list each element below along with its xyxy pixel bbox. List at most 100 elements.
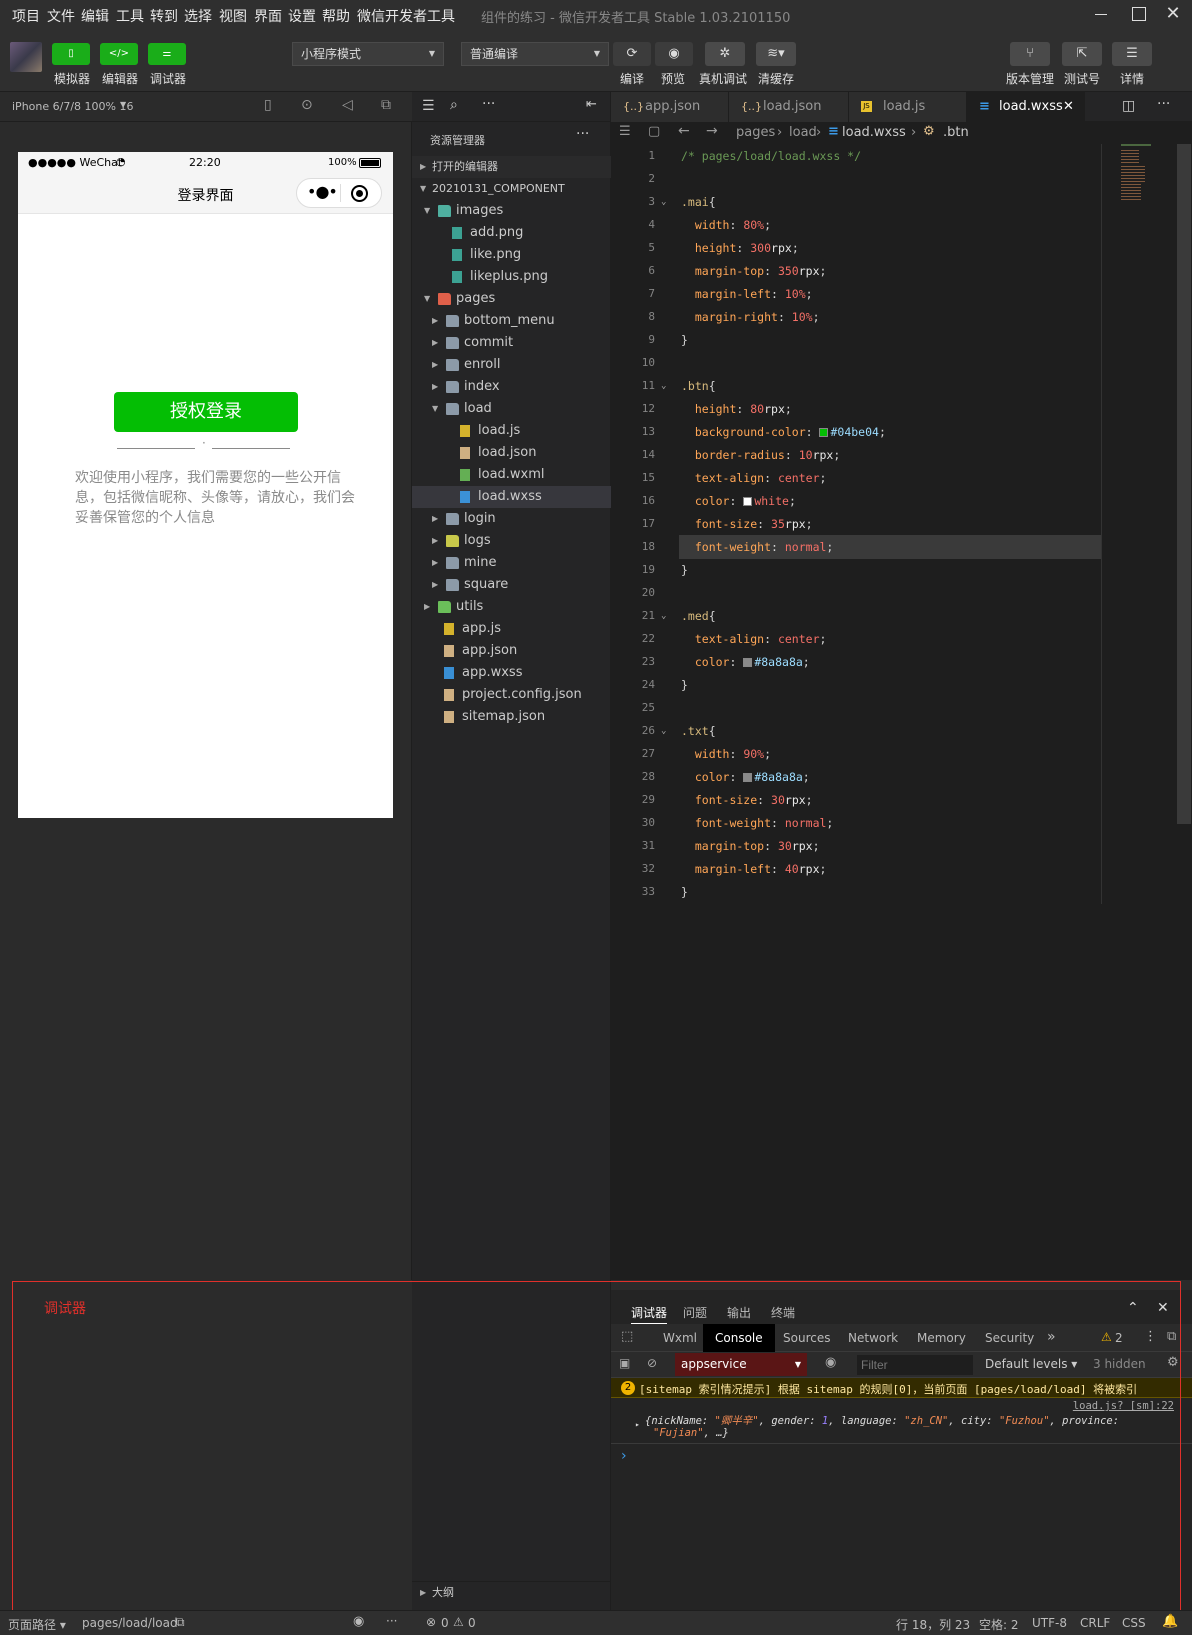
capsule-menu[interactable]: •●• bbox=[296, 178, 382, 208]
list-icon[interactable]: ☰ bbox=[619, 124, 631, 139]
breadcrumb-symbol[interactable]: .btn bbox=[943, 125, 969, 140]
fold-chevron-icon[interactable]: ⌄ bbox=[661, 190, 666, 214]
color-swatch-icon[interactable] bbox=[743, 773, 753, 782]
menu-tools[interactable]: 工具 bbox=[116, 6, 144, 26]
minimize-icon[interactable] bbox=[1090, 4, 1112, 24]
file-item[interactable]: project.config.json bbox=[412, 684, 611, 706]
folder-item[interactable]: ▶ bottom_menu bbox=[412, 310, 611, 332]
fold-chevron-icon[interactable]: ⌄ bbox=[661, 374, 666, 398]
phone-icon[interactable]: ▯ bbox=[264, 97, 272, 113]
color-swatch-icon[interactable] bbox=[743, 658, 753, 667]
tab-terminal[interactable]: 终端 bbox=[771, 1304, 795, 1321]
file-item[interactable]: load.wxml bbox=[412, 464, 611, 486]
tab-load-json[interactable]: {..} load.json bbox=[729, 92, 849, 122]
menu-file[interactable]: 文件 bbox=[47, 6, 75, 26]
warning-count[interactable]: 2 bbox=[1115, 1331, 1123, 1345]
line-ending[interactable]: CRLF bbox=[1080, 1616, 1110, 1630]
simulator-toggle-button[interactable]: ▯ bbox=[52, 43, 90, 65]
color-swatch-icon[interactable] bbox=[819, 428, 829, 437]
record-icon[interactable]: ⊙ bbox=[301, 97, 313, 113]
warning-icon[interactable]: ⚠ bbox=[1101, 1330, 1112, 1344]
more-tabs-icon[interactable]: » bbox=[1047, 1329, 1056, 1345]
editor-toggle-button[interactable]: </> bbox=[100, 43, 138, 65]
maximize-icon[interactable] bbox=[1128, 4, 1150, 24]
editor-scrollbar[interactable] bbox=[1177, 144, 1191, 824]
branch-icon[interactable]: ⑂ bbox=[1010, 42, 1050, 66]
eye-icon[interactable]: ◉ bbox=[825, 1355, 836, 1370]
back-arrow-icon[interactable]: ← bbox=[678, 123, 690, 139]
context-select[interactable]: appservice ▼ bbox=[675, 1353, 807, 1376]
language-mode[interactable]: CSS bbox=[1122, 1616, 1146, 1630]
more-icon[interactable]: ··· bbox=[576, 126, 589, 142]
file-item[interactable]: likeplus.png bbox=[412, 266, 611, 288]
outline-section[interactable]: ▶ 大纲 bbox=[412, 1581, 611, 1603]
file-item[interactable]: like.png bbox=[412, 244, 611, 266]
fold-chevron-icon[interactable]: ⌄ bbox=[661, 604, 666, 628]
bookmark-icon[interactable]: ▢ bbox=[648, 124, 660, 139]
more-icon[interactable]: ··· bbox=[386, 1614, 397, 1628]
more-icon[interactable]: ··· bbox=[482, 96, 495, 112]
close-panel-icon[interactable]: ✕ bbox=[1157, 1300, 1169, 1316]
tab-network[interactable]: Network bbox=[848, 1331, 898, 1345]
layers-icon[interactable]: ≋▾ bbox=[756, 42, 796, 66]
tab-console[interactable]: Console bbox=[703, 1324, 775, 1352]
folder-item[interactable]: ▼ load bbox=[412, 398, 611, 420]
tab-app-json[interactable]: {..} app.json bbox=[611, 92, 729, 122]
folder-item[interactable]: ▼ pages bbox=[412, 288, 611, 310]
volume-icon[interactable]: ◁ bbox=[342, 97, 353, 113]
authorize-login-button[interactable]: 授权登录 bbox=[114, 392, 298, 432]
file-item[interactable]: app.js bbox=[412, 618, 611, 640]
split-editor-icon[interactable]: ◫ bbox=[1122, 98, 1135, 114]
kebab-icon[interactable]: ⋮ bbox=[1144, 1329, 1157, 1344]
folder-item[interactable]: ▶ index bbox=[412, 376, 611, 398]
chevron-up-icon[interactable]: ⌃ bbox=[1127, 1300, 1139, 1316]
bug-icon[interactable]: ✲ bbox=[705, 42, 745, 66]
tab-security[interactable]: Security bbox=[985, 1331, 1034, 1345]
forward-arrow-icon[interactable]: → bbox=[706, 123, 718, 139]
more-icon[interactable]: ··· bbox=[1157, 96, 1170, 112]
encoding[interactable]: UTF-8 bbox=[1032, 1616, 1067, 1630]
tab-debugger[interactable]: 调试器 bbox=[631, 1304, 668, 1324]
file-item[interactable]: app.wxss bbox=[412, 662, 611, 684]
menu-settings[interactable]: 设置 bbox=[288, 6, 316, 26]
bell-icon[interactable]: 🔔 bbox=[1162, 1614, 1178, 1629]
mode-select[interactable]: 小程序模式 ▼ bbox=[292, 42, 444, 66]
file-item[interactable]: app.json bbox=[412, 640, 611, 662]
eye-icon[interactable]: ◉ bbox=[655, 42, 693, 66]
console-log-row[interactable]: load.js? [sm]:22 ▸ {nickName: "卿半辛", gen… bbox=[611, 1398, 1192, 1444]
folder-item[interactable]: ▶ enroll bbox=[412, 354, 611, 376]
file-item[interactable]: load.wxss bbox=[412, 486, 611, 508]
breadcrumb-pages[interactable]: pages bbox=[736, 125, 775, 140]
gear-icon[interactable]: ⚙ bbox=[1167, 1355, 1179, 1370]
sidebar-toggle-icon[interactable]: ▣ bbox=[619, 1356, 630, 1370]
file-item[interactable]: load.js bbox=[412, 420, 611, 442]
folder-item[interactable]: ▶ login bbox=[412, 508, 611, 530]
fold-chevron-icon[interactable]: ⌄ bbox=[661, 719, 666, 743]
minimap[interactable] bbox=[1111, 144, 1171, 204]
folder-item[interactable]: ▶ mine bbox=[412, 552, 611, 574]
search-icon[interactable]: ⌕ bbox=[450, 97, 458, 113]
inspect-icon[interactable]: ⬚ bbox=[621, 1329, 633, 1344]
menu-goto[interactable]: 转到 bbox=[150, 6, 178, 26]
tab-wxml[interactable]: Wxml bbox=[663, 1331, 697, 1345]
menu-icon[interactable]: ☰ bbox=[1112, 42, 1152, 66]
tab-load-wxss[interactable]: ≡ load.wxss ✕ bbox=[967, 92, 1085, 122]
code-editor[interactable]: 1/* pages/load/load.wxss */2 3 .mai{⌄ 4 wid… bbox=[611, 144, 1192, 1280]
window-icon[interactable]: ⧉ bbox=[381, 97, 391, 113]
menu-project[interactable]: 项目 bbox=[12, 6, 40, 26]
refresh-icon[interactable]: ⟳ bbox=[613, 42, 651, 66]
indentation[interactable]: 空格: 2 bbox=[979, 1616, 1019, 1633]
breadcrumb-file[interactable]: load.wxss bbox=[842, 125, 906, 140]
folder-item[interactable]: ▶ commit bbox=[412, 332, 611, 354]
folder-item[interactable]: ▼ images bbox=[412, 200, 611, 222]
external-link-icon[interactable]: ⇱ bbox=[1062, 42, 1102, 66]
tab-output[interactable]: 输出 bbox=[727, 1304, 751, 1321]
undock-icon[interactable]: ⧉ bbox=[1167, 1329, 1176, 1344]
warning-icon[interactable]: ⚠ bbox=[453, 1615, 464, 1629]
close-tab-icon[interactable]: ✕ bbox=[1063, 92, 1074, 122]
menu-help[interactable]: 帮助 bbox=[322, 6, 350, 26]
log-source-link[interactable]: load.js? [sm]:22 bbox=[1073, 1400, 1174, 1412]
tab-problems[interactable]: 问题 bbox=[683, 1304, 707, 1321]
avatar[interactable] bbox=[10, 42, 42, 72]
breadcrumb-load[interactable]: load bbox=[789, 125, 817, 140]
